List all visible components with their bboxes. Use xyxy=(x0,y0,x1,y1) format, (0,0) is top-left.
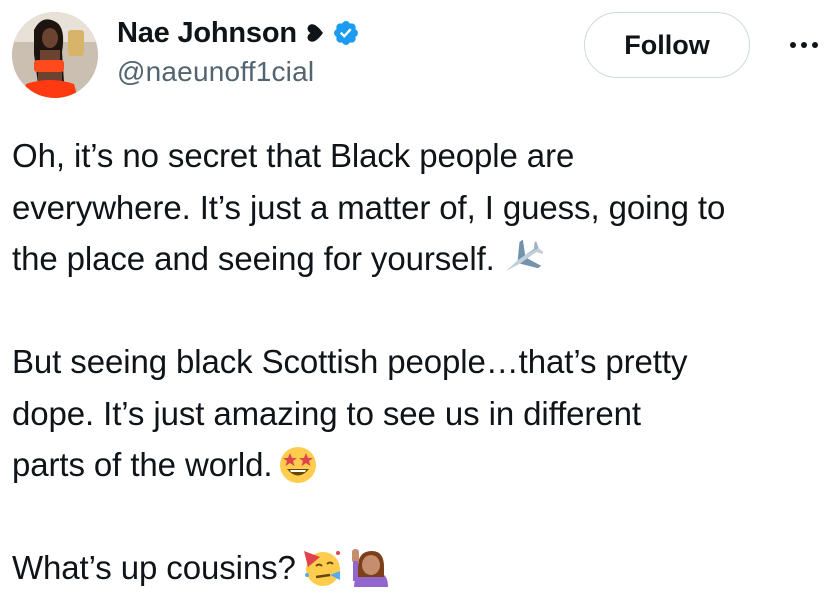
avatar-image xyxy=(12,12,98,98)
tweet-line: What’s up cousins? xyxy=(12,542,824,594)
star-struck-emoji xyxy=(276,444,320,484)
verified-badge-icon[interactable] xyxy=(332,19,360,47)
tweet-text: Oh, it’s no secret that Black people are… xyxy=(12,130,824,594)
tweet-line: dope. It’s just amazing to see us in dif… xyxy=(12,394,641,432)
partying-face-emoji xyxy=(300,547,344,587)
black-heart-icon xyxy=(305,24,325,42)
more-options-icon[interactable] xyxy=(786,30,822,60)
tweet-paragraph: What’s up cousins? xyxy=(12,542,824,594)
tweet-line: But seeing black Scottish people…that’s … xyxy=(12,343,688,380)
tweet-line: everywhere. It’s just a matter of, I gue… xyxy=(12,188,726,226)
tweet-line-text: What’s up cousins? xyxy=(12,549,296,586)
author-info: Nae Johnson @naeunoff1cial xyxy=(117,14,360,88)
airplane-emoji xyxy=(499,238,543,278)
follow-button[interactable]: Follow xyxy=(584,12,750,78)
person-raising-hand-emoji xyxy=(348,547,392,587)
tweet-line: Oh, it’s no secret that Black people are xyxy=(12,137,575,174)
handle[interactable]: @naeunoff1cial xyxy=(117,56,360,88)
tweet-line: parts of the world. xyxy=(12,439,824,491)
tweet-line-text: parts of the world. xyxy=(12,446,273,483)
tweet-line-text: the place and seeing for yourself. xyxy=(12,240,495,277)
display-name[interactable]: Nae Johnson xyxy=(117,17,297,50)
avatar[interactable] xyxy=(12,12,98,98)
display-name-row: Nae Johnson xyxy=(117,14,360,52)
tweet-paragraph: Oh, it’s no secret that Black people are… xyxy=(12,130,824,285)
tweet-card: Nae Johnson @naeunoff1cial Follow Oh, it… xyxy=(0,0,830,594)
tweet-paragraph: But seeing black Scottish people…that’s … xyxy=(12,336,824,491)
tweet-line: the place and seeing for yourself. xyxy=(12,233,824,285)
